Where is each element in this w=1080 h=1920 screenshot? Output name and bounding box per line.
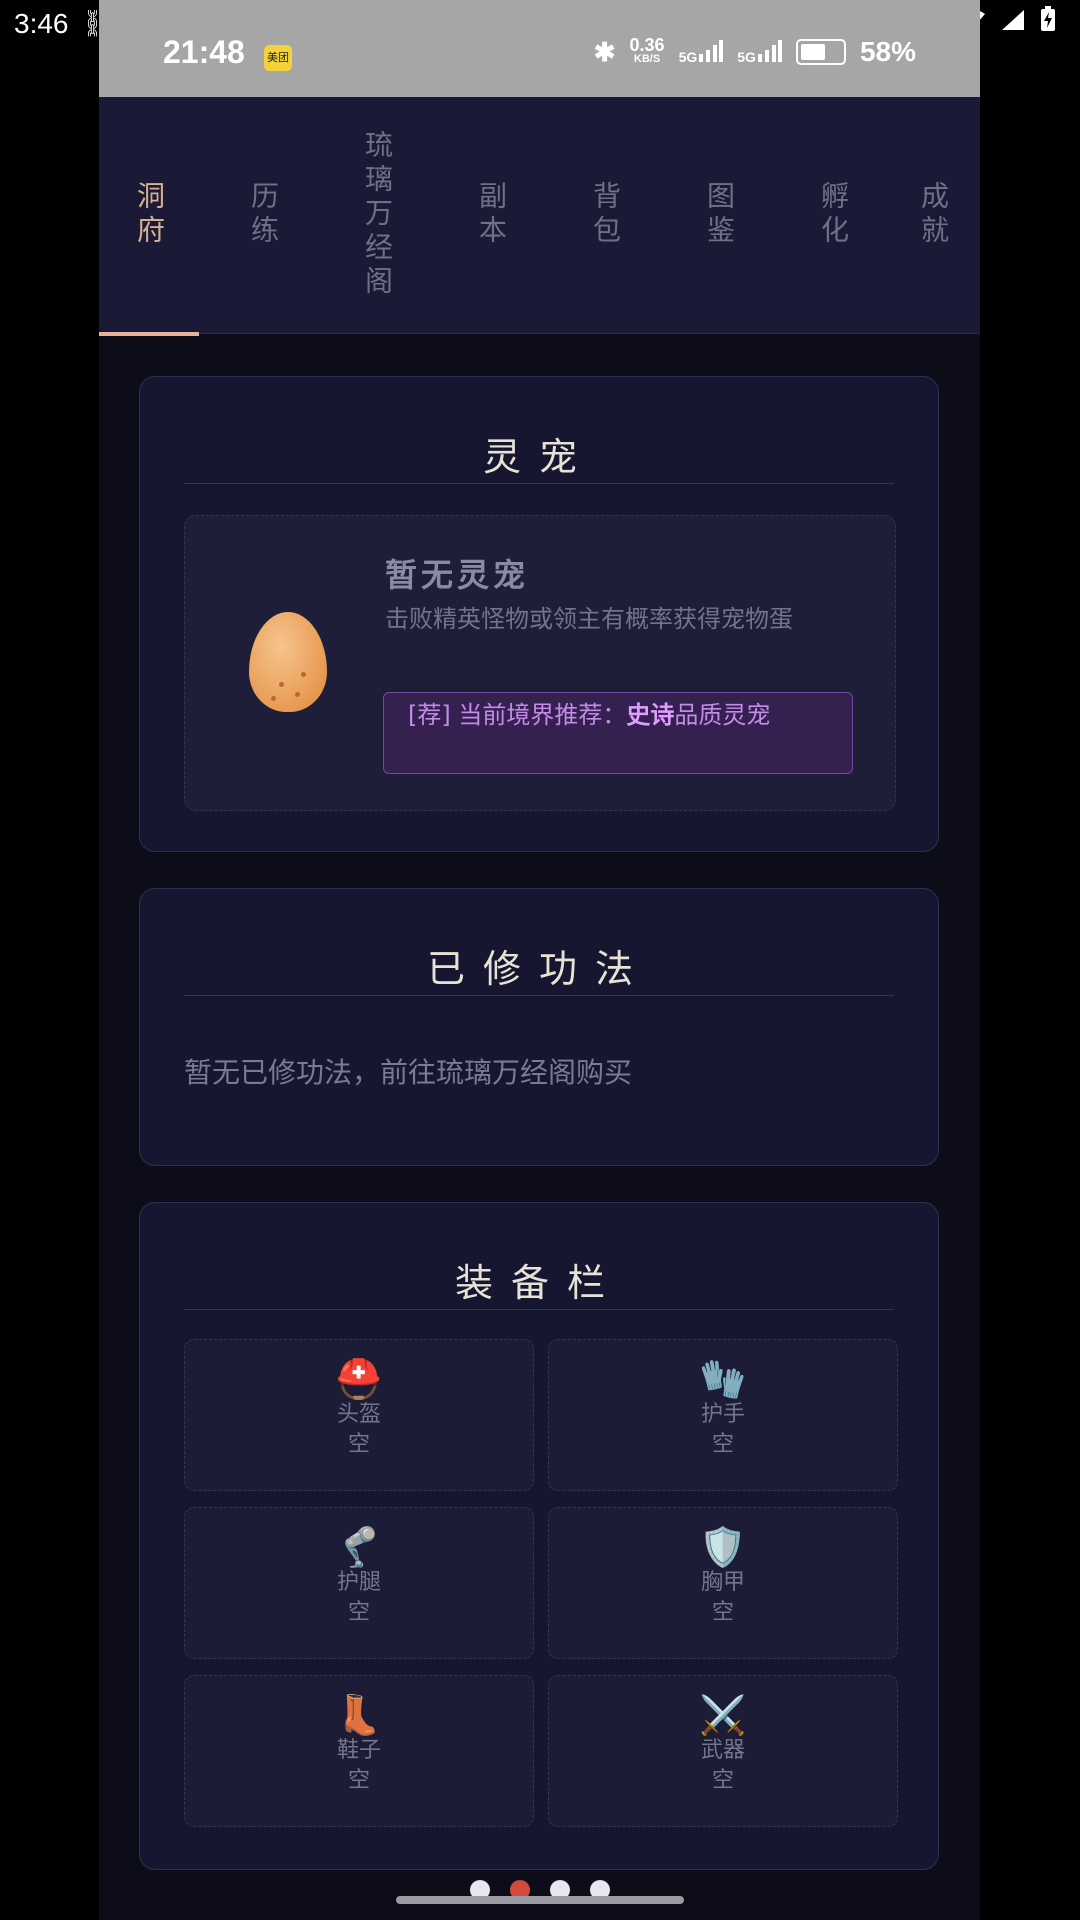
tab-tujian[interactable]: 图鉴: [669, 97, 769, 333]
equip-slot-helmet[interactable]: ⛑️ 头盔 空: [184, 1339, 534, 1491]
tab-fuhua[interactable]: 孵化: [783, 97, 883, 333]
pet-recommendation: [荐] 当前境界推荐：史诗品质灵宠: [383, 692, 853, 774]
main-tab-bar: 洞府 历练 琉璃万经阁 副本 背包 图鉴 孵化 成就: [99, 97, 980, 336]
skills-empty-text: 暂无已修功法，前往琉璃万经阁购买: [184, 1056, 633, 1089]
tab-chengjiu[interactable]: 成就: [883, 97, 980, 333]
pet-empty-desc: 击败精英怪物或领主有概率获得宠物蛋: [385, 605, 793, 633]
home-indicator[interactable]: [396, 1896, 684, 1904]
helmet-icon: ⛑️: [335, 1357, 383, 1401]
equip-slot-chest[interactable]: 🛡️ 胸甲 空: [548, 1507, 898, 1659]
tab-beibao[interactable]: 背包: [555, 97, 655, 333]
gloves-icon: 🧤: [699, 1357, 747, 1401]
equip-slot-boots[interactable]: 👢 鞋子 空: [184, 1675, 534, 1827]
tab-liuli-wanjingge[interactable]: 琉璃万经阁: [327, 97, 427, 333]
equip-slot-gloves[interactable]: 🧤 护手 空: [548, 1339, 898, 1491]
system-time: 3:46: [14, 8, 69, 39]
boot-icon: 👢: [335, 1693, 383, 1737]
battery-charging-icon: [1040, 6, 1056, 39]
equipment-card-title: 装备栏: [454, 1261, 623, 1305]
equip-slot-leggings[interactable]: 🦿 护腿 空: [184, 1507, 534, 1659]
phone-status-bar: 21:48 美团 ✱ 0.36 KB/S 5G 5G 58%: [99, 0, 980, 97]
pet-egg-icon: [249, 612, 327, 712]
equip-slot-weapon[interactable]: ⚔️ 武器 空: [548, 1675, 898, 1827]
cell-signal-icon: [1000, 7, 1026, 39]
tab-dongfu[interactable]: 洞府: [99, 97, 199, 333]
app-screen: 21:48 美团 ✱ 0.36 KB/S 5G 5G 58% 洞府 历练 琉璃万…: [99, 0, 980, 1920]
shield-icon: 🛡️: [699, 1525, 747, 1569]
pet-empty-slot[interactable]: 暂无灵宠 击败精英怪物或领主有概率获得宠物蛋 [荐] 当前境界推荐：史诗品质灵宠: [184, 515, 896, 811]
equipment-card: 装备栏 ⛑️ 头盔 空 🧤 护手 空 🦿 护腿 空 🛡️ 胸甲 空 👢 鞋子 空: [139, 1202, 939, 1870]
crossed-swords-icon: ⚔️: [699, 1693, 747, 1737]
pet-card: 灵宠 暂无灵宠 击败精英怪物或领主有概率获得宠物蛋 [荐] 当前境界推荐：史诗品…: [139, 376, 939, 852]
divider: [184, 1309, 894, 1310]
meituan-badge: 美团: [264, 45, 292, 71]
bluetooth-icon: ✱: [593, 36, 616, 67]
divider: [184, 995, 894, 996]
battery-icon: [795, 39, 846, 65]
phone-time: 21:48: [163, 34, 245, 70]
skills-card: 已修功法 暂无已修功法，前往琉璃万经阁购买: [139, 888, 939, 1166]
battery-percent: 58%: [859, 36, 916, 67]
skills-card-title: 已修功法: [426, 947, 651, 991]
pet-card-title: 灵宠: [482, 435, 595, 479]
signal-5g-icon-2: 5G: [737, 39, 782, 65]
tab-fuben[interactable]: 副本: [441, 97, 541, 333]
network-speed: 0.36 KB/S: [629, 35, 665, 65]
signal-5g-icon: 5G: [679, 39, 724, 65]
pet-empty-title: 暂无灵宠: [385, 556, 530, 594]
tab-lilian[interactable]: 历练: [213, 97, 313, 333]
active-tab-indicator: [99, 332, 199, 336]
leg-armor-icon: 🦿: [335, 1525, 383, 1569]
divider: [184, 483, 894, 484]
